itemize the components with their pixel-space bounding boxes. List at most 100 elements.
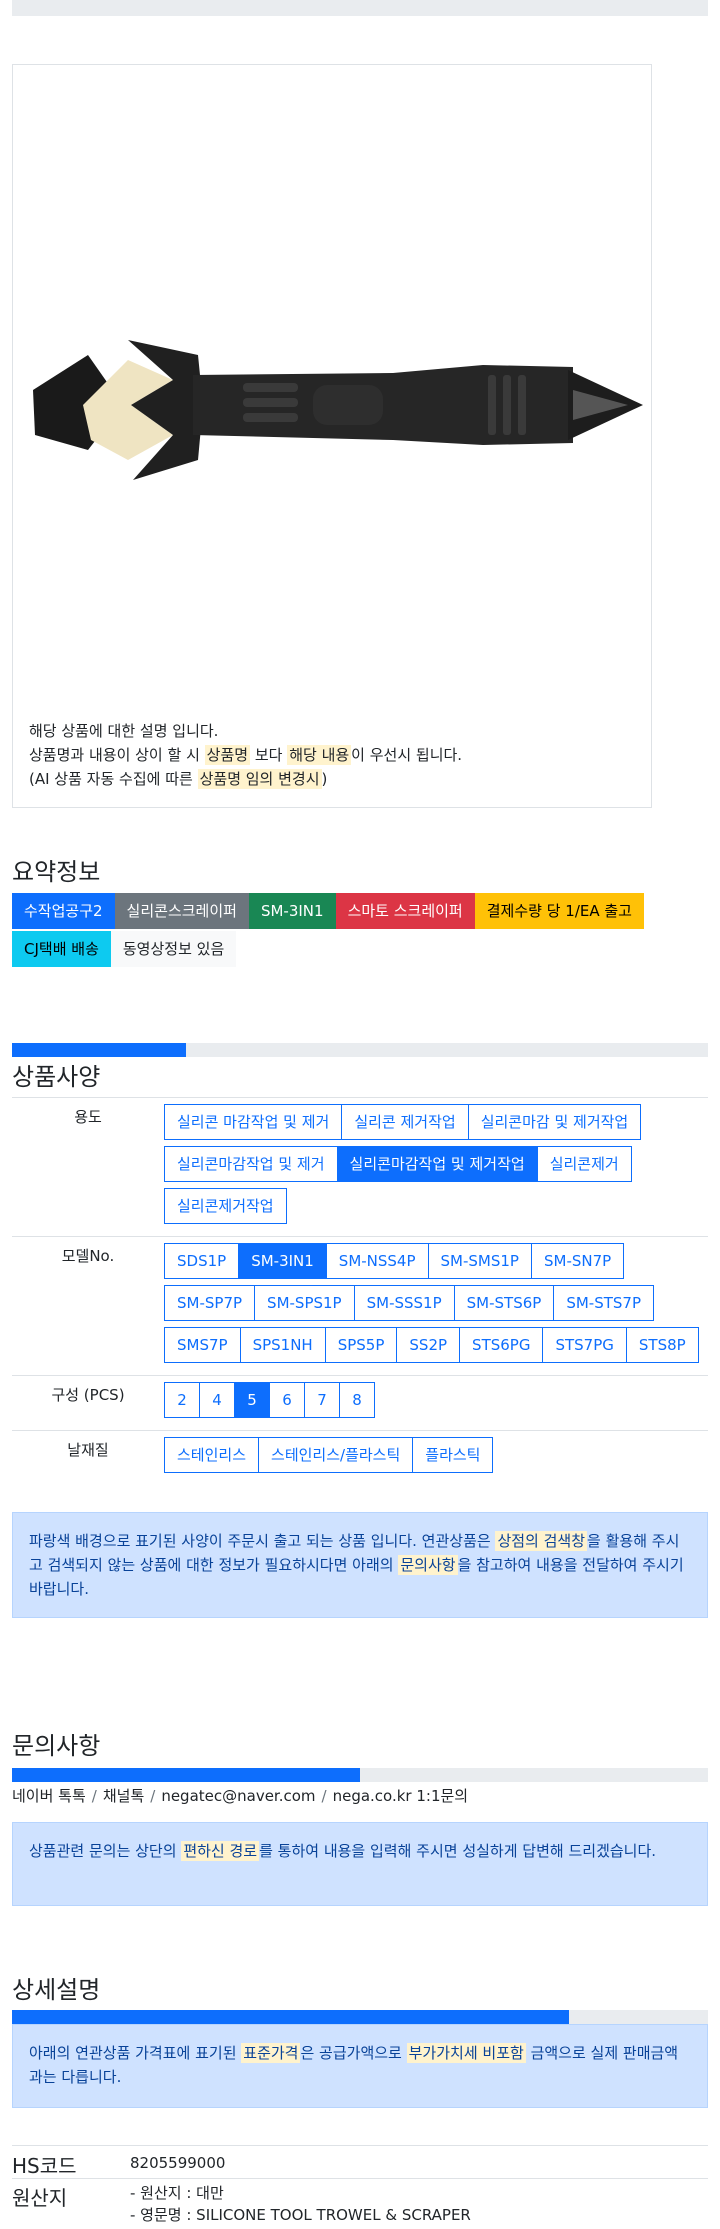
detail-notice: 아래의 연관상품 가격표에 표기된 표준가격 은 공급가액으로 부가가치세 비포함… <box>12 2024 708 2108</box>
detail-notice-text: 아래의 연관상품 가격표에 표기된 <box>29 2044 242 2062</box>
description-highlight: 해당 내용 <box>287 745 352 765</box>
inquiry-progress-fill <box>12 1768 360 1782</box>
spec-row: 모델No. SDS1P SM-3IN1 SM-NSS4P SM-SMS1P SM-SN7P… <box>12 1236 708 1376</box>
summary-badges: 수작업공구2 실리콘스크레이퍼 SM-3IN1 스마토 스크레이퍼 결제수량 당 1/E… <box>12 893 712 969</box>
inquiry-notice-text: 상품관련 문의는 상단의 <box>29 1842 182 1860</box>
option-group: 실리콘 마감작업 및 제거 실리콘 제거작업 실리콘마감 및 제거작업실리콘마감작업… <box>164 1104 708 1230</box>
option-button[interactable]: SS2P <box>396 1327 461 1363</box>
option-button[interactable]: 7 <box>304 1382 340 1418</box>
summary-badge: 수작업공구2 <box>12 893 115 929</box>
contact-separator: / <box>150 1787 156 1805</box>
inquiry-notice-text: 를 통하여 내용을 입력해 주시면 성실하게 답변해 드리겠습니다. <box>259 1842 657 1860</box>
option-button[interactable]: 스테인리스 <box>164 1437 260 1473</box>
detail-progress-fill <box>12 2010 569 2024</box>
option-button[interactable]: 실리콘제거 <box>536 1146 632 1182</box>
option-button[interactable]: STS6PG <box>459 1327 544 1363</box>
spec-progress <box>12 1043 708 1057</box>
spec-progress-fill <box>12 1043 186 1057</box>
option-button[interactable]: 실리콘 마감작업 및 제거 <box>164 1104 343 1140</box>
product-description: 해당 상품에 대한 설명 입니다. 상품명과 내용이 상이 할 시 상품명 보다 … <box>29 719 462 791</box>
summary-badge: 결제수량 당 1/EA 출고 <box>474 893 644 929</box>
spec-notice-highlight: 문의사항 <box>398 1555 458 1575</box>
option-group: 스테인리스 스테인리스/플라스틱 플라스틱 <box>164 1437 708 1479</box>
option-button[interactable]: 2 <box>164 1382 200 1418</box>
spec-notice: 파랑색 배경으로 표기된 사양이 주문시 출고 되는 상품 입니다. 연관상품은… <box>12 1512 708 1618</box>
detail-title: 상세설명 <box>12 1976 101 2004</box>
option-button[interactable]: 8 <box>339 1382 375 1418</box>
description-text: 상품명과 내용이 상이 할 시 <box>29 746 205 764</box>
description-text: ) <box>321 770 328 788</box>
option-button[interactable]: SMS7P <box>164 1327 241 1363</box>
origin-row: 원산지 - 원산지 : 대만 - 영문명 : SILICONE TOOL TROW… <box>12 2178 708 2229</box>
spec-row-label: 모델No. <box>12 1236 164 1376</box>
spec-table: 용도 실리콘 마감작업 및 제거 실리콘 제거작업 실리콘마감 및 제거작업실리콘마감… <box>12 1097 708 1485</box>
option-button[interactable]: STS8P <box>625 1327 699 1363</box>
option-button[interactable]: 실리콘제거작업 <box>164 1188 287 1224</box>
summary-badge: 스마토 스크레이퍼 <box>335 893 475 929</box>
spec-notice-text: 파랑색 배경으로 표기된 사양이 주문시 출고 되는 상품 입니다. 연관상품은 <box>29 1532 496 1550</box>
option-button[interactable]: SM-STS7P <box>553 1285 654 1321</box>
description-line: 해당 상품에 대한 설명 입니다. <box>29 719 462 743</box>
spec-row-label: 용도 <box>12 1097 164 1237</box>
origin-line: - 영문명 : SILICONE TOOL TROWEL & SCRAPER <box>130 2206 471 2224</box>
spec-row-options: 실리콘 마감작업 및 제거 실리콘 제거작업 실리콘마감 및 제거작업실리콘마감작업… <box>164 1097 708 1237</box>
spec-row: 구성 (PCS) 2 4 5 6 7 8 <box>12 1375 708 1431</box>
option-button[interactable]: 6 <box>269 1382 305 1418</box>
option-button-selected[interactable]: SM-3IN1 <box>238 1243 327 1279</box>
detail-notice-highlight: 표준가격 <box>241 2043 301 2063</box>
description-text: (AI 상품 자동 수집에 따른 <box>29 770 198 788</box>
description-text: 해당 상품에 대한 설명 입니다. <box>29 722 219 740</box>
option-button[interactable]: SPS1NH <box>239 1327 326 1363</box>
option-button[interactable]: SM-SSS1P <box>353 1285 455 1321</box>
spec-row: 날재질 스테인리스 스테인리스/플라스틱 플라스틱 <box>12 1430 708 1485</box>
summary-badge: CJ택배 배송 <box>12 931 111 967</box>
option-button[interactable]: 4 <box>199 1382 235 1418</box>
inquiry-notice: 상품관련 문의는 상단의 편하신 경로 를 통하여 내용을 입력해 주시면 성실하… <box>12 1822 708 1906</box>
contact-link[interactable]: negatec@naver.com <box>161 1787 315 1805</box>
option-button[interactable]: SM-SPS1P <box>254 1285 355 1321</box>
summary-title: 요약정보 <box>12 858 101 886</box>
option-button[interactable]: 실리콘마감작업 및 제거 <box>164 1146 338 1182</box>
summary-badge: SM-3IN1 <box>248 893 336 929</box>
spec-title: 상품사양 <box>12 1063 101 1091</box>
spec-notice-highlight: 상점의 검색창 <box>495 1531 588 1551</box>
option-button[interactable]: STS7PG <box>542 1327 627 1363</box>
contact-separator: / <box>321 1787 327 1805</box>
description-line: 상품명과 내용이 상이 할 시 상품명 보다 해당 내용 이 우선시 됩니다. <box>29 743 462 767</box>
spec-row-label: 날재질 <box>12 1430 164 1485</box>
contact-link[interactable]: nega.co.kr 1:1문의 <box>333 1787 469 1805</box>
option-button[interactable]: SM-SN7P <box>530 1243 625 1279</box>
option-button[interactable]: SM-NSS4P <box>325 1243 429 1279</box>
description-text: 이 우선시 됩니다. <box>351 746 463 764</box>
origin-values: - 원산지 : 대만 - 영문명 : SILICONE TOOL TROWEL &… <box>130 2182 471 2226</box>
spec-row-options: 스테인리스 스테인리스/플라스틱 플라스틱 <box>164 1430 708 1485</box>
option-button[interactable]: SM-SP7P <box>164 1285 256 1321</box>
option-button[interactable]: SPS5P <box>324 1327 398 1363</box>
option-button[interactable]: SM-SMS1P <box>427 1243 532 1279</box>
page: 해당 상품에 대한 설명 입니다. 상품명과 내용이 상이 할 시 상품명 보다 … <box>0 0 720 2229</box>
detail-notice-text: 은 공급가액으로 <box>300 2044 407 2062</box>
spec-row-options: 245678 <box>164 1375 708 1431</box>
description-text: 보다 <box>250 746 288 764</box>
inquiry-notice-highlight: 편하신 경로 <box>181 1841 260 1861</box>
product-image-box: 해당 상품에 대한 설명 입니다. 상품명과 내용이 상이 할 시 상품명 보다 … <box>12 64 652 808</box>
option-button-selected[interactable]: 실리콘마감작업 및 제거작업 <box>336 1146 538 1182</box>
summary-badge: 실리콘스크레이퍼 <box>114 893 249 929</box>
summary-badge: 동영상정보 있음 <box>110 931 237 967</box>
option-button[interactable]: SM-STS6P <box>453 1285 555 1321</box>
contact-link[interactable]: 채널톡 <box>103 1787 144 1805</box>
option-button[interactable]: 플라스틱 <box>412 1437 494 1473</box>
option-button[interactable]: 실리콘 제거작업 <box>341 1104 469 1140</box>
description-highlight: 상품명 <box>204 745 251 765</box>
option-button[interactable]: SDS1P <box>164 1243 240 1279</box>
option-group: 245678 <box>164 1382 708 1424</box>
contact-separator: / <box>91 1787 97 1805</box>
option-button-selected[interactable]: 5 <box>234 1382 270 1418</box>
contact-link[interactable]: 네이버 톡톡 <box>12 1787 86 1805</box>
inquiry-progress <box>12 1768 708 1782</box>
hs-code-value: 8205599000 <box>130 2154 226 2172</box>
product-image <box>33 340 643 480</box>
option-button[interactable]: 실리콘마감 및 제거작업 <box>467 1104 642 1140</box>
option-button[interactable]: 스테인리스/플라스틱 <box>258 1437 414 1473</box>
option-group: SDS1P SM-3IN1 SM-NSS4P SM-SMS1P SM-SN7P SM-SP… <box>164 1243 708 1369</box>
